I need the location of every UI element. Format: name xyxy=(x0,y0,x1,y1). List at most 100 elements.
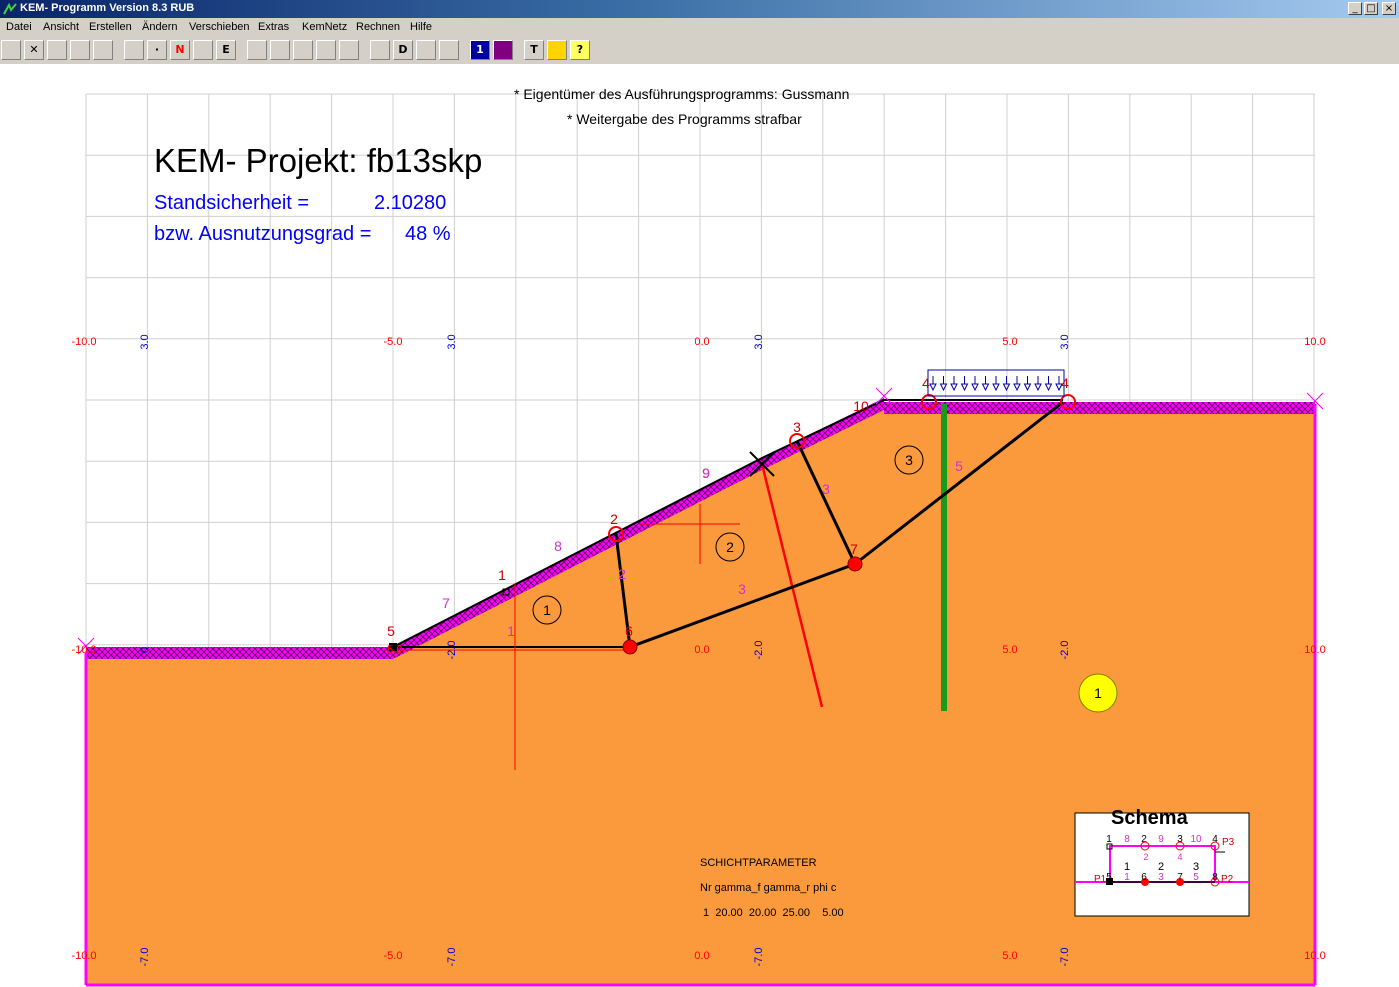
y-label-mid: -2.0 xyxy=(1059,641,1071,660)
load-arrow xyxy=(929,376,937,392)
toolbar: ✕ · N E D 1 T? xyxy=(0,38,1399,65)
load-arrow xyxy=(950,376,958,392)
schema-top-num: 1 xyxy=(1106,834,1112,845)
y-label-mid: -2.0 xyxy=(753,641,765,660)
load-arrow xyxy=(981,376,990,392)
menu-ansicht[interactable]: Ansicht xyxy=(43,21,79,33)
schema-top-num: 2 xyxy=(1141,834,1147,845)
menu-hilfe[interactable]: Hilfe xyxy=(410,21,432,33)
schema-top-num: 3 xyxy=(1177,834,1183,845)
point-label: 4 xyxy=(922,375,930,391)
polygon-icon[interactable] xyxy=(339,40,359,60)
matrix-icon[interactable] xyxy=(493,40,513,60)
load-arrow xyxy=(1034,376,1042,392)
maximize-button[interactable]: □ xyxy=(1364,2,1378,15)
window-title: KEM- Programm Version 8.3 RUB xyxy=(20,2,195,14)
schema-sub-num: 4 xyxy=(1177,852,1182,862)
point-label: 10 xyxy=(853,398,869,414)
x-axis-label: 10.0 xyxy=(1304,644,1325,656)
menu-extras[interactable]: Extras xyxy=(258,21,289,33)
menu-datei[interactable]: Datei xyxy=(6,21,32,33)
schema-low-num: 3 xyxy=(1158,872,1164,883)
body-2-label: 2 xyxy=(726,539,734,555)
point-label: 5 xyxy=(387,623,395,639)
layer-params-header: Nr gamma_f gamma_r phi c xyxy=(700,882,837,894)
schema-low-num: 5 xyxy=(1106,872,1112,883)
safety-label: Standsicherheit = xyxy=(154,192,310,214)
y-label-top: 3.0 xyxy=(139,334,151,349)
load-arrow xyxy=(1013,376,1021,392)
element-label: 3 xyxy=(822,481,830,497)
app-icon xyxy=(3,3,17,15)
drawing-canvas[interactable]: 1 2 3 1 1 2 3 4 5 6 7 4 9 10 1 2 3 5 7 8 9 3 2 -10.0 -5.0 0.0 5.0… xyxy=(0,64,1399,987)
surface-hatch-top xyxy=(884,402,1315,414)
menu-kemnetz[interactable]: KemNetz xyxy=(302,21,347,33)
load-arrow xyxy=(971,376,979,392)
node-6 xyxy=(622,639,638,655)
load-arrow-icon[interactable] xyxy=(416,40,436,60)
color-icon[interactable] xyxy=(193,40,213,60)
color-grid-icon[interactable] xyxy=(547,40,567,60)
schema-low-num: 8 xyxy=(1212,872,1218,883)
menu-aendern[interactable]: Ändern xyxy=(142,21,177,33)
element-label: 3 xyxy=(738,581,746,597)
x-axis-label: 10.0 xyxy=(1304,336,1325,348)
y-label-mid: 0 xyxy=(139,647,151,653)
triangle-icon[interactable] xyxy=(316,40,336,60)
edit-e-icon[interactable]: E xyxy=(216,40,236,60)
pan-icon[interactable] xyxy=(293,40,313,60)
help-icon[interactable]: ? xyxy=(570,40,590,60)
close-icon[interactable]: ✕ xyxy=(24,40,44,60)
y-label-bottom: -7.0 xyxy=(446,948,458,967)
print-preview-icon[interactable] xyxy=(93,40,113,60)
print-icon[interactable] xyxy=(70,40,90,60)
x-axis-label: -5.0 xyxy=(384,950,403,962)
line-arrow-icon[interactable] xyxy=(439,40,459,60)
y-label-bottom: -7.0 xyxy=(753,948,765,967)
zoom-icon[interactable] xyxy=(270,40,290,60)
arrow-down-icon[interactable] xyxy=(370,40,390,60)
x-axis-label: -10.0 xyxy=(71,336,96,348)
x-axis-label: -10.0 xyxy=(71,950,96,962)
menu-rechnen[interactable]: Rechnen xyxy=(356,21,400,33)
schema-tag-p3: P3 xyxy=(1222,837,1235,848)
x-axis-label: 5.0 xyxy=(1002,644,1017,656)
no-symbol-icon[interactable]: N xyxy=(170,40,190,60)
load-arrow xyxy=(1023,376,1032,392)
schema-sub-num: 2 xyxy=(1143,852,1148,862)
one-icon[interactable]: 1 xyxy=(470,40,490,60)
point-label: 3 xyxy=(793,419,801,435)
close-button[interactable]: × xyxy=(1382,2,1396,15)
schema-tag-p2: P2 xyxy=(1221,874,1234,885)
menu-erstellen[interactable]: Erstellen xyxy=(89,21,132,33)
schema-tag-p1: P1 xyxy=(1094,874,1107,885)
text-icon[interactable]: T xyxy=(524,40,544,60)
layer-params-title: SCHICHTPARAMETER xyxy=(700,857,817,869)
schema-top-num: 8 xyxy=(1124,834,1130,845)
y-label-bottom: -7.0 xyxy=(1059,948,1071,967)
minimize-button[interactable]: _ xyxy=(1348,2,1362,15)
load-arrow xyxy=(1044,376,1053,392)
element-label: 1 xyxy=(507,623,515,639)
save-icon[interactable] xyxy=(47,40,67,60)
utilization-label: bzw. Ausnutzungsgrad = xyxy=(154,223,372,245)
move-icon[interactable] xyxy=(247,40,267,60)
d-arrow-icon[interactable]: D xyxy=(393,40,413,60)
utilization-value: 48 % xyxy=(405,223,451,245)
menu-bar: Datei Ansicht Erstellen Ändern Verschieb… xyxy=(0,18,1399,38)
body-1-label: 1 xyxy=(543,602,551,618)
y-label-bottom: -7.0 xyxy=(139,948,151,967)
y-label-top: 3.0 xyxy=(1059,334,1071,349)
load-arrow xyxy=(960,376,969,392)
layer-label: 1 xyxy=(1094,685,1102,701)
element-label: 7 xyxy=(442,595,450,611)
point-label: 1 xyxy=(498,567,506,583)
layer-params-row: 1 20.00 20.00 25.00 5.00 xyxy=(703,907,844,919)
open-icon[interactable] xyxy=(1,40,21,60)
project-title: KEM- Projekt: fb13skp xyxy=(154,142,483,179)
menu-verschieben[interactable]: Verschieben xyxy=(189,21,250,33)
x-axis-label: -5.0 xyxy=(384,644,403,656)
load-arrow xyxy=(992,376,1000,392)
grid-icon[interactable] xyxy=(124,40,144,60)
point-icon[interactable]: · xyxy=(147,40,167,60)
